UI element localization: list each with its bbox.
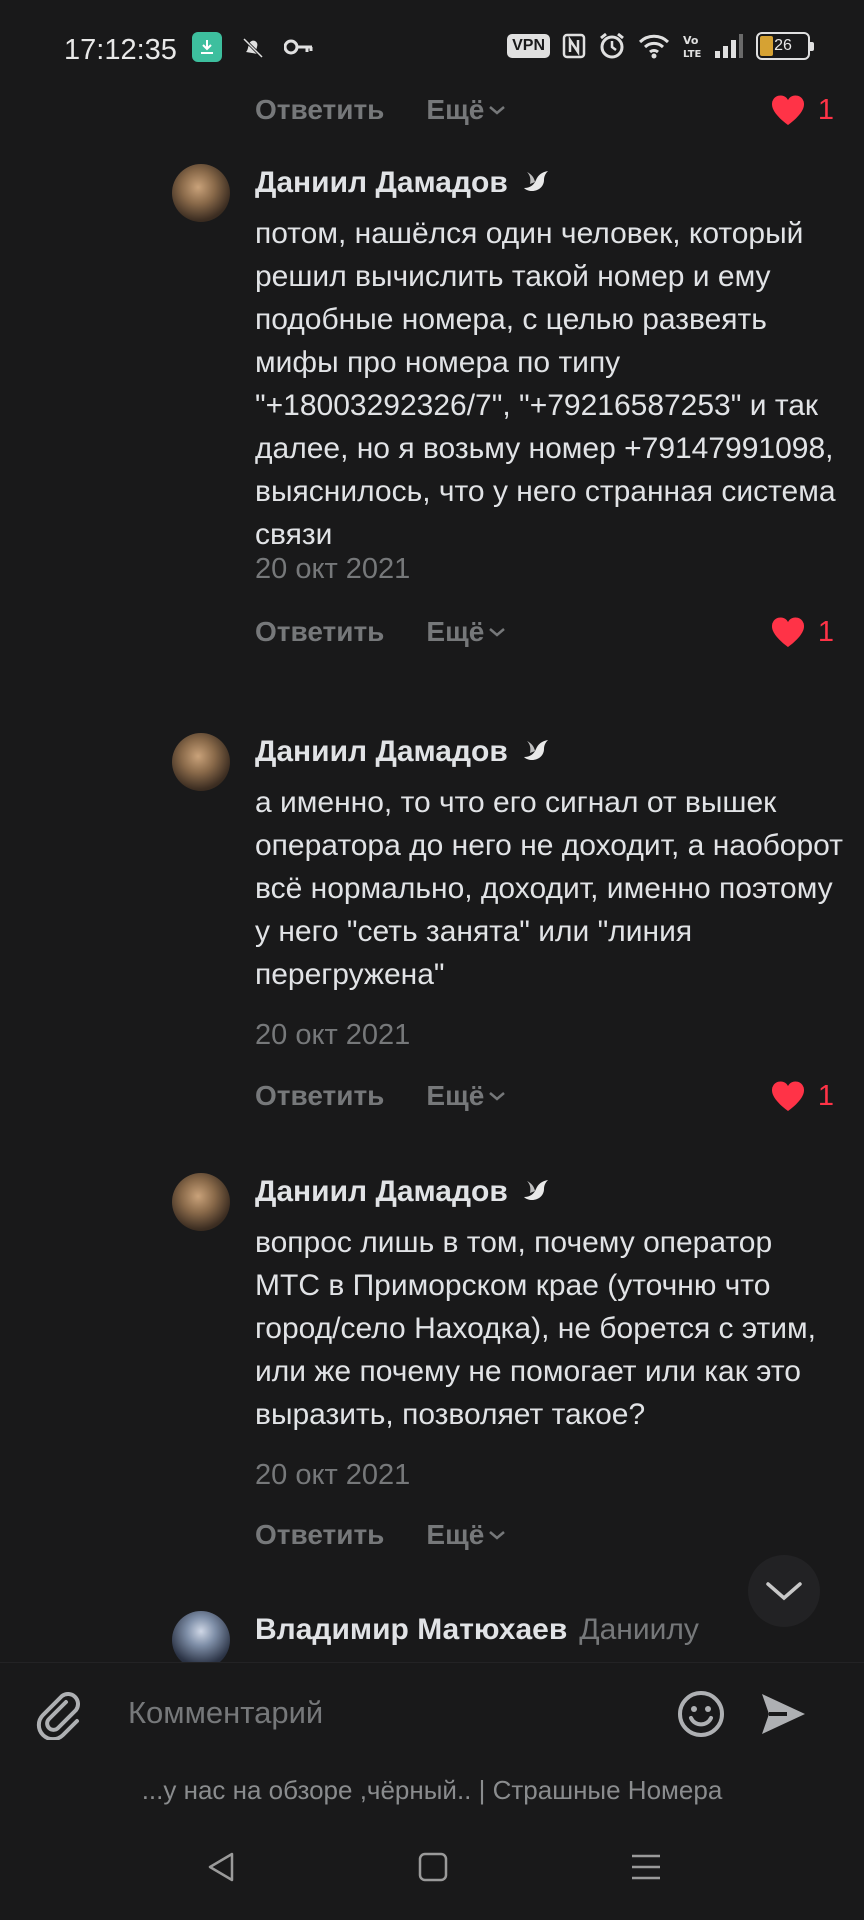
scroll-down-button[interactable]: [748, 1555, 820, 1627]
svg-text:Vo: Vo: [683, 34, 699, 47]
comment-actions: Ответить Ещё 1: [255, 88, 834, 132]
chevron-down-icon: [489, 1092, 506, 1101]
attachment-icon[interactable]: [32, 1688, 84, 1740]
comment-actions: Ответить Ещё 1: [255, 1074, 834, 1118]
menu-icon[interactable]: [630, 1850, 662, 1884]
comment-date: 20 окт 2021: [255, 1019, 411, 1051]
chevron-down-icon: [489, 106, 506, 115]
comment-author[interactable]: Даниил Дамадов: [255, 1175, 508, 1209]
comment-date: 20 окт 2021: [255, 1459, 411, 1491]
back-icon[interactable]: [204, 1850, 238, 1884]
download-icon: [192, 32, 222, 62]
more-button[interactable]: Ещё: [426, 1519, 506, 1551]
avatar[interactable]: [172, 164, 230, 222]
comment-item: Даниил Дамадов потом, нашёлся один челов…: [0, 164, 864, 648]
comment-input[interactable]: [128, 1687, 648, 1739]
comment-text: потом, нашёлся один человек, который реш…: [255, 217, 836, 551]
wifi-icon: [638, 34, 670, 59]
like-count: 1: [817, 615, 834, 648]
comment-author[interactable]: Даниил Дамадов: [255, 735, 508, 769]
status-time: 17:12:35: [64, 34, 177, 66]
comment-date: 20 окт 2021: [255, 553, 411, 585]
comment-text: вопрос лишь в том, почему оператор МТС в…: [255, 1226, 816, 1431]
dove-icon: [523, 1180, 548, 1200]
more-button[interactable]: Ещё: [426, 1080, 506, 1112]
dove-icon: [523, 171, 548, 191]
comment-author-line: Даниил Дамадов: [255, 735, 552, 769]
nfc-icon: [562, 33, 586, 59]
more-label: Ещё: [426, 616, 485, 647]
reply-button[interactable]: Ответить: [255, 1080, 384, 1112]
like-button[interactable]: 1: [770, 1080, 834, 1113]
more-label: Ещё: [426, 94, 485, 125]
reply-button[interactable]: Ответить: [255, 616, 384, 648]
reply-button[interactable]: Ответить: [255, 94, 384, 126]
comment-feed[interactable]: Ответить Ещё 1 Даниил Дамадов потом, наш…: [0, 70, 864, 1662]
dove-icon: [523, 740, 548, 760]
avatar[interactable]: [172, 733, 230, 791]
battery-indicator: 26: [756, 32, 814, 60]
emoji-icon[interactable]: [676, 1689, 726, 1739]
status-left-icons: [192, 32, 314, 62]
more-label: Ещё: [426, 1080, 485, 1111]
comment-actions: Ответить Ещё 1: [255, 610, 834, 654]
more-label: Ещё: [426, 1519, 485, 1550]
chevron-down-icon: [766, 1582, 802, 1601]
system-navbar: [0, 1830, 864, 1920]
vpn-badge: VPN: [507, 34, 550, 58]
chevron-down-icon: [489, 1531, 506, 1540]
video-caption[interactable]: ...у нас на обзоре ,чёрный.. | Страшные …: [0, 1775, 864, 1806]
comment-item: Даниил Дамадов вопрос лишь в том, почему…: [0, 1173, 864, 1573]
volte-icon: Vo LTE: [683, 34, 702, 59]
status-right-icons: VPN Vo LTE 26: [507, 32, 814, 60]
comment-author[interactable]: Даниил Дамадов: [255, 166, 508, 200]
battery-level: 26: [774, 37, 792, 54]
avatar[interactable]: [172, 1611, 230, 1662]
alarm-icon: [600, 32, 624, 59]
comment-composer: [0, 1662, 864, 1762]
comment-author-line: Даниил Дамадов: [255, 166, 552, 200]
comment-author-line: Даниил Дамадов: [255, 1175, 552, 1209]
comment-item: Даниил Дамадов а именно, то что его сигн…: [0, 733, 864, 1133]
avatar[interactable]: [172, 1173, 230, 1231]
reply-to-label[interactable]: Даниилу: [579, 1613, 699, 1647]
comment-author-line: Владимир Матюхаев Даниилу: [255, 1613, 699, 1647]
comment-item: Владимир Матюхаев Даниилу: [0, 1611, 864, 1662]
more-button[interactable]: Ещё: [426, 94, 506, 126]
signal-icon: [715, 34, 743, 58]
more-button[interactable]: Ещё: [426, 616, 506, 648]
like-count: 1: [817, 1079, 834, 1112]
like-button[interactable]: 1: [770, 94, 834, 127]
chevron-down-icon: [489, 628, 506, 637]
heart-icon: [771, 617, 804, 647]
comment-text: а именно, то что его сигнал от вышек опе…: [255, 786, 843, 991]
heart-icon: [771, 1081, 804, 1111]
svg-text:LTE: LTE: [683, 49, 702, 59]
send-icon[interactable]: [758, 1689, 808, 1739]
key-icon: [284, 39, 313, 55]
reply-button[interactable]: Ответить: [255, 1519, 384, 1551]
heart-icon: [771, 95, 804, 125]
like-count: 1: [817, 93, 834, 126]
home-icon[interactable]: [417, 1850, 449, 1884]
comment-author[interactable]: Владимир Матюхаев: [255, 1613, 567, 1647]
like-button[interactable]: 1: [770, 616, 834, 649]
notification-mute-icon: [242, 37, 264, 59]
comment-actions: Ответить Ещё: [255, 1513, 834, 1557]
